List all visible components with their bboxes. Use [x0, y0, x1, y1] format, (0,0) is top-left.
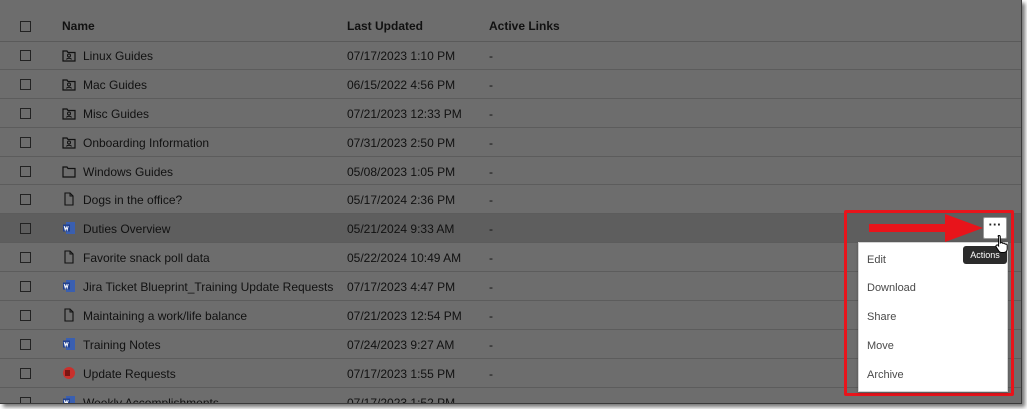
last-updated: 07/24/2023 9:27 AM [347, 337, 455, 352]
row-checkbox[interactable] [20, 396, 31, 403]
actions-menu: Edit Download Share Move Archive [858, 242, 1008, 392]
annotation-arrow-icon [869, 214, 983, 242]
row-checkbox[interactable] [20, 252, 31, 264]
active-links: - [489, 77, 493, 92]
select-all-checkbox[interactable] [20, 21, 31, 32]
active-links: - [489, 164, 493, 179]
table-row[interactable]: Linux Guides 07/17/2023 1:10 PM - [0, 41, 1021, 70]
shared-folder-icon [62, 50, 76, 62]
shared-folder-icon [62, 137, 76, 149]
shared-folder-icon [62, 108, 76, 120]
column-name-header[interactable]: Name [62, 19, 95, 33]
word-doc-icon [63, 222, 75, 235]
last-updated: 07/17/2023 1:55 PM [347, 366, 456, 381]
active-links: - [489, 193, 493, 208]
active-links: - [489, 337, 493, 352]
office-doc-icon [63, 366, 75, 379]
last-updated: 07/17/2023 4:47 PM [347, 280, 456, 295]
file-name[interactable]: Update Requests [83, 367, 176, 381]
file-name[interactable]: Linux Guides [83, 49, 153, 63]
menu-item-edit[interactable]: Edit [867, 254, 886, 266]
active-links: - [489, 49, 493, 63]
menu-item-move[interactable]: Move [867, 340, 894, 352]
word-doc-icon [63, 395, 75, 403]
shared-folder-icon [62, 79, 76, 91]
column-active-links-header[interactable]: Active Links [489, 19, 560, 33]
file-name[interactable]: Maintaining a work/life balance [83, 309, 247, 323]
last-updated: 05/22/2024 10:49 AM [347, 251, 462, 266]
active-links: - [489, 395, 493, 404]
row-checkbox[interactable] [20, 78, 31, 90]
menu-item-share[interactable]: Share [867, 311, 896, 323]
word-doc-icon [63, 337, 75, 350]
word-doc-icon [63, 280, 75, 293]
row-checkbox[interactable] [20, 223, 31, 235]
last-updated: 07/17/2023 1:10 PM [347, 49, 456, 63]
active-links: - [489, 309, 493, 324]
row-checkbox[interactable] [20, 281, 31, 293]
file-name[interactable]: Favorite snack poll data [83, 251, 210, 265]
last-updated: 05/17/2024 2:36 PM [347, 193, 456, 208]
column-last-updated-header[interactable]: Last Updated [347, 19, 423, 33]
file-name[interactable]: Training Notes [83, 338, 161, 352]
last-updated: 06/15/2022 4:56 PM [347, 77, 456, 92]
active-links: - [489, 366, 493, 381]
row-checkbox[interactable] [20, 165, 31, 177]
row-checkbox[interactable] [20, 50, 31, 61]
row-checkbox[interactable] [20, 194, 31, 206]
table-row[interactable]: Onboarding Information 07/31/2023 2:50 P… [0, 128, 1021, 157]
table-header: Name Last Updated Active Links [0, 0, 1021, 42]
active-links: - [489, 251, 493, 266]
file-name[interactable]: Weekly Accomplishments [83, 396, 219, 403]
table-row[interactable]: Windows Guides 05/08/2023 1:05 PM - [0, 157, 1021, 186]
last-updated: 05/08/2023 1:05 PM [347, 164, 456, 179]
active-links: - [489, 106, 493, 121]
active-links: - [489, 222, 493, 237]
active-links: - [489, 280, 493, 295]
mouse-pointer-icon [995, 234, 1008, 253]
last-updated: 07/17/2023 1:52 PM [347, 395, 456, 404]
table-row[interactable]: Mac Guides 06/15/2022 4:56 PM - [0, 70, 1021, 99]
document-icon [64, 192, 74, 207]
file-name[interactable]: Windows Guides [83, 165, 173, 179]
file-name[interactable]: Jira Ticket Blueprint_Training Update Re… [83, 280, 333, 294]
table-row[interactable]: Misc Guides 07/21/2023 12:33 PM - [0, 99, 1021, 128]
file-name[interactable]: Duties Overview [83, 222, 170, 236]
row-checkbox[interactable] [20, 107, 31, 119]
row-checkbox[interactable] [20, 136, 31, 148]
folder-icon [62, 165, 76, 178]
row-checkbox[interactable] [20, 338, 31, 350]
file-name[interactable]: Onboarding Information [83, 136, 209, 150]
document-icon [64, 308, 74, 322]
document-icon [64, 250, 74, 264]
last-updated: 05/21/2024 9:33 AM [347, 222, 455, 237]
active-links: - [489, 135, 493, 150]
menu-item-archive[interactable]: Archive [867, 369, 904, 381]
file-name[interactable]: Mac Guides [83, 78, 147, 92]
file-name[interactable]: Misc Guides [83, 107, 149, 121]
row-checkbox[interactable] [20, 367, 31, 379]
last-updated: 07/21/2023 12:33 PM [347, 106, 462, 121]
file-name[interactable]: Dogs in the office? [83, 193, 182, 207]
last-updated: 07/31/2023 2:50 PM [347, 135, 456, 150]
row-checkbox[interactable] [20, 310, 31, 322]
menu-item-download[interactable]: Download [867, 282, 916, 294]
last-updated: 07/21/2023 12:54 PM [347, 309, 462, 324]
